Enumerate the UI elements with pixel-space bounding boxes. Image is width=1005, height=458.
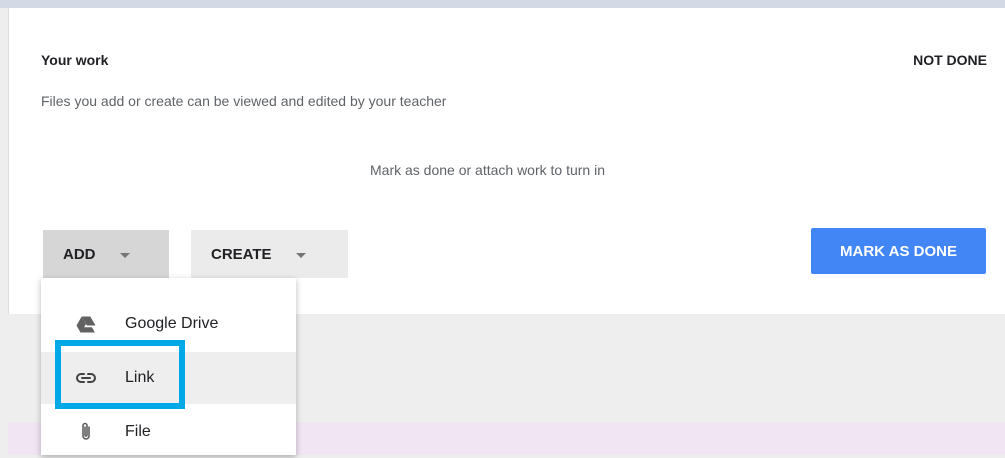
page-top-strip bbox=[0, 0, 1005, 8]
add-button[interactable]: ADD bbox=[43, 230, 169, 278]
menu-item-link[interactable]: Link bbox=[41, 352, 296, 404]
mark-as-done-label: MARK AS DONE bbox=[840, 242, 957, 260]
your-work-card: Your work NOT DONE Files you add or crea… bbox=[8, 8, 1005, 314]
menu-item-google-drive[interactable]: Google Drive bbox=[41, 298, 296, 350]
create-dropdown-arrow-icon bbox=[295, 252, 306, 258]
link-icon bbox=[76, 373, 96, 383]
add-dropdown-menu: Google Drive Link File bbox=[41, 278, 296, 455]
menu-item-label: Link bbox=[125, 369, 155, 386]
create-button-label: CREATE bbox=[211, 245, 272, 263]
paperclip-icon bbox=[82, 422, 90, 440]
menu-item-label: File bbox=[125, 423, 151, 440]
your-work-title: Your work bbox=[41, 52, 109, 68]
google-drive-icon bbox=[76, 316, 96, 333]
menu-item-label: Google Drive bbox=[125, 315, 219, 332]
your-work-subtitle: Files you add or create can be viewed an… bbox=[41, 93, 447, 109]
status-label: NOT DONE bbox=[913, 52, 987, 68]
menu-item-file[interactable]: File bbox=[41, 406, 296, 458]
mark-as-done-button[interactable]: MARK AS DONE bbox=[811, 228, 986, 274]
add-dropdown-arrow-icon bbox=[119, 252, 130, 258]
create-button[interactable]: CREATE bbox=[191, 230, 348, 278]
turn-in-hint: Mark as done or attach work to turn in bbox=[370, 162, 605, 178]
add-button-label: ADD bbox=[63, 245, 96, 263]
